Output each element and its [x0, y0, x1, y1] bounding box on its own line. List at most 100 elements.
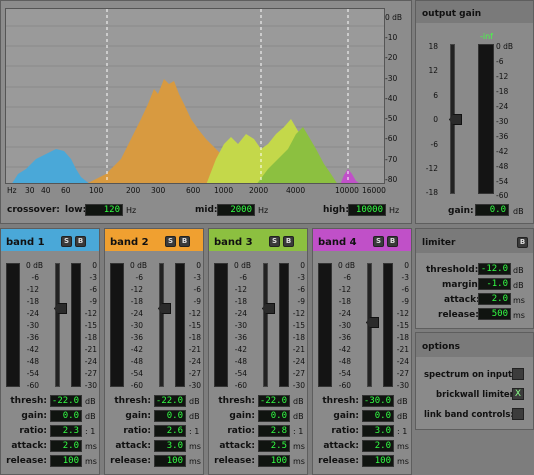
crossover-mid-field[interactable]: 2000: [217, 204, 255, 216]
band-3-thresh-field[interactable]: -22.0: [258, 395, 290, 407]
band-2-gr-scale-label: -3: [193, 273, 201, 282]
fader-scale-label: 12: [428, 66, 438, 75]
band-3-meter-scale-label: -42: [234, 345, 247, 354]
band-4-ratio-field[interactable]: 3.0: [362, 425, 394, 437]
band-3-gr-scale-label: -30: [292, 381, 305, 390]
crossover-low-unit: Hz: [126, 206, 137, 215]
limiter-threshold-field[interactable]: -12.0: [478, 263, 511, 275]
band-4-gr-scale-label: -18: [396, 333, 409, 342]
band-4-attack-unit: ms: [397, 442, 409, 451]
band-1-meter-scale-label: 0 dB: [25, 261, 43, 270]
band-3-ratio-label: ratio:: [227, 426, 255, 436]
band-2-bypass-button[interactable]: B: [179, 236, 190, 247]
band-4-gain-field[interactable]: 0.0: [362, 410, 394, 422]
band-3-gain-field[interactable]: 0.0: [258, 410, 290, 422]
band-3-gr-scale-label: -12: [292, 309, 305, 318]
band-4-meter-scale-label: -60: [338, 381, 351, 390]
limiter-margin-unit: dB: [513, 281, 524, 290]
limiter-margin-field[interactable]: -1.0: [478, 278, 511, 290]
limiter-bypass-button[interactable]: B: [517, 237, 528, 248]
meter-scale-label: 0 dB: [496, 42, 514, 51]
freq-label: 200: [126, 186, 141, 195]
limiter-attack-label: attack:: [444, 295, 480, 305]
band-4-gr-scale-label: -30: [396, 381, 409, 390]
freq-label: 40: [41, 186, 51, 195]
spectrum-db-label: 0 dB: [385, 13, 403, 22]
band-2-gr-scale-label: -12: [188, 309, 201, 318]
limiter-attack-field[interactable]: 2.0: [478, 293, 511, 305]
band-3-gr-scale-label: 0: [300, 261, 305, 270]
band-2-thresh-field[interactable]: -22.0: [154, 395, 186, 407]
band-1-gain-label: gain:: [21, 411, 47, 421]
band-1-solo-button[interactable]: S: [61, 236, 72, 247]
output-gain-field[interactable]: 0.0: [475, 204, 509, 216]
band-3-release-field[interactable]: 100: [258, 455, 290, 467]
band-3-gr-scale-label: -18: [292, 333, 305, 342]
limiter-release-field[interactable]: 500: [478, 308, 511, 320]
band-1-release-field[interactable]: 100: [50, 455, 82, 467]
band-1-ratio-unit: : 1: [85, 427, 96, 436]
band-3-panel: band 3SB0 dB -6 -12 -18 -24 -30 -36 -42 -48 -54 -6…: [208, 228, 308, 475]
freq-label: 4000: [286, 186, 306, 195]
band-1-bypass-button[interactable]: B: [75, 236, 86, 247]
band-1-attack-field[interactable]: 2.0: [50, 440, 82, 452]
meter-scale-label: -30: [496, 117, 509, 126]
band-3-gain-label: gain:: [229, 411, 255, 421]
band-2-solo-button[interactable]: S: [165, 236, 176, 247]
band-3-thresh-unit: dB: [293, 397, 304, 406]
band-1-ratio-field[interactable]: 2.3: [50, 425, 82, 437]
band-3-solo-button[interactable]: S: [269, 236, 280, 247]
spectrum-panel: 0 dB -10 -20 -30 -40 -50 -60 -70 -80 Hz …: [0, 0, 412, 224]
meter-scale-label: -36: [496, 132, 509, 141]
band-3-thresh-fader-track[interactable]: [263, 263, 268, 387]
band4-spectrum: [340, 169, 359, 183]
band-2-meter-scale-label: -42: [130, 345, 143, 354]
band-2-panel: band 2SB0 dB -6 -12 -18 -24 -30 -36 -42 -48 -54 -6…: [104, 228, 204, 475]
band-2-thresh-fader-track[interactable]: [159, 263, 164, 387]
link-band-controls-checkbox[interactable]: [512, 408, 524, 420]
band-3-gr-scale-label: -21: [292, 345, 305, 354]
freq-label: 10000: [335, 186, 359, 195]
band-3-attack-field[interactable]: 2.5: [258, 440, 290, 452]
band-2-thresh-label: thresh:: [114, 396, 151, 406]
meter-scale-label: -12: [496, 72, 509, 81]
band-4-release-field[interactable]: 100: [362, 455, 394, 467]
band-3-gr-scale-label: -6: [297, 285, 305, 294]
band-1-attack-unit: ms: [85, 442, 97, 451]
spectrum-db-label: -30: [385, 74, 398, 83]
band-3-ratio-field[interactable]: 2.8: [258, 425, 290, 437]
band-1-thresh-fader-track[interactable]: [55, 263, 60, 387]
band-4-solo-button[interactable]: S: [373, 236, 384, 247]
crossover-high-field[interactable]: 10000: [348, 204, 386, 216]
spectrum-on-input-checkbox[interactable]: [512, 368, 524, 380]
band-4-attack-field[interactable]: 2.0: [362, 440, 394, 452]
multiband-compressor-window: 0 dB -10 -20 -30 -40 -50 -60 -70 -80 Hz …: [0, 0, 534, 475]
band-4-gr-scale-label: -12: [396, 309, 409, 318]
band-4-release-unit: ms: [397, 457, 409, 466]
band-1-thresh-field[interactable]: -22.0: [50, 395, 82, 407]
spectrum-db-label: -20: [385, 53, 398, 62]
brickwall-limiter-checkbox[interactable]: X: [512, 388, 524, 400]
crossover-low-field[interactable]: 120: [85, 204, 123, 216]
limiter-threshold-label: threshold:: [426, 265, 479, 275]
band-2-release-field[interactable]: 100: [154, 455, 186, 467]
band-2-gr-scale-label: -15: [188, 321, 201, 330]
band-4-thresh-label: thresh:: [322, 396, 359, 406]
band-2-gain-field[interactable]: 0.0: [154, 410, 186, 422]
band-4-thresh-field[interactable]: -30.0: [362, 395, 394, 407]
band-4-meter-scale-label: -6: [343, 273, 351, 282]
band-3-gr-scale-label: -27: [292, 369, 305, 378]
band-1-gr-scale-label: -21: [84, 345, 97, 354]
band-1-gain-unit: dB: [85, 412, 96, 421]
band-1-gr-scale-label: -30: [84, 381, 97, 390]
band-4-bypass-button[interactable]: B: [387, 236, 398, 247]
band-2-attack-field[interactable]: 3.0: [154, 440, 186, 452]
band-1-gain-field[interactable]: 0.0: [50, 410, 82, 422]
band-1-panel: band 1SB0 dB -6 -12 -18 -24 -30 -36 -42 -48 -54 -6…: [0, 228, 100, 475]
output-gain-unit: dB: [513, 207, 524, 216]
band-2-ratio-field[interactable]: 2.6: [154, 425, 186, 437]
band-3-bypass-button[interactable]: B: [283, 236, 294, 247]
band-2-gr-scale-label: -6: [193, 285, 201, 294]
fader-scale-label: 6: [433, 91, 438, 100]
band-2-meter-scale-label: -24: [130, 309, 143, 318]
